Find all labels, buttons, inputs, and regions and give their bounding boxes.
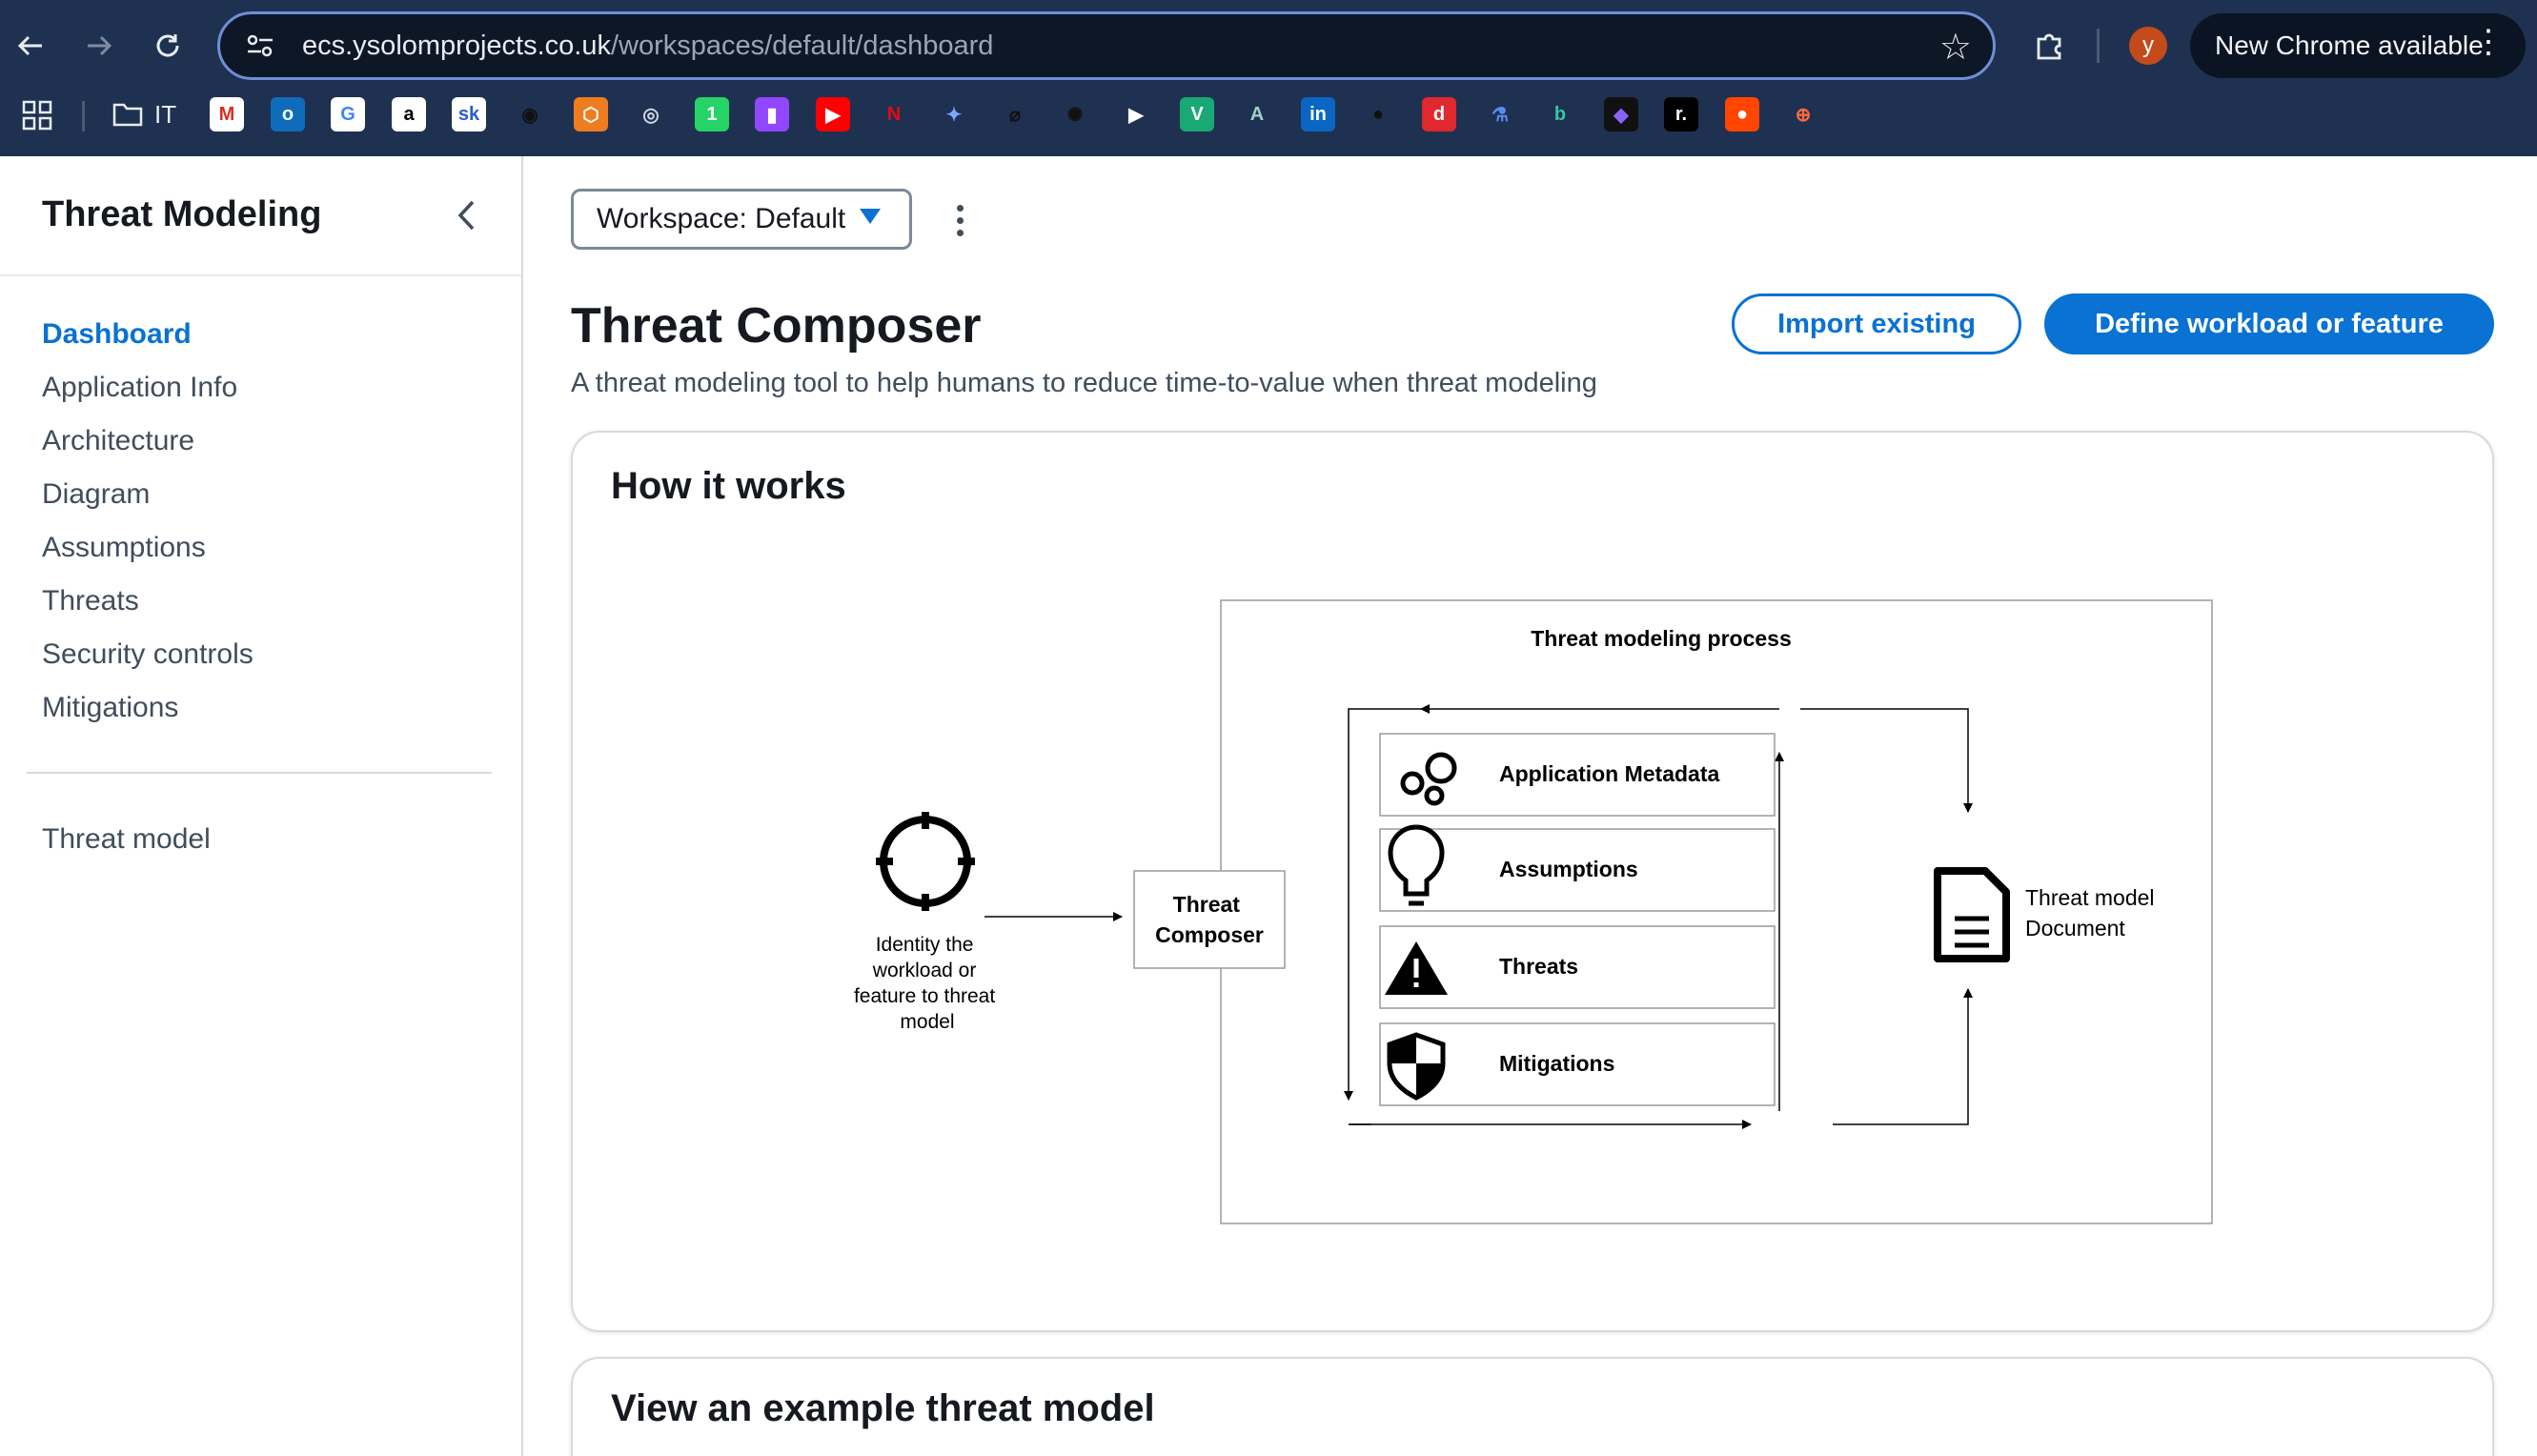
bookmark-netflix-icon[interactable]: N [877, 97, 911, 131]
main-content: Workspace: Default Threat Composer A thr… [525, 156, 2537, 1456]
step-label: Assumptions [1499, 857, 1638, 881]
bookmark-amazon-icon[interactable]: a [392, 97, 426, 131]
crosshair-target-icon [876, 812, 975, 911]
bookmark-github-icon[interactable]: ◉ [513, 97, 547, 131]
workspace-select-value: Workspace: Default [597, 203, 846, 234]
sidebar-item-architecture[interactable]: Architecture [42, 425, 194, 457]
profile-avatar[interactable]: y [2129, 27, 2167, 65]
how-it-works-card: How it works Threat modeling process Ide… [571, 431, 2494, 1332]
bookmarks-divider [82, 101, 85, 131]
url-path: /workspaces/default/dashboard [610, 30, 994, 61]
identify-workload-label: Identity the workload or feature to thre… [854, 934, 1001, 1033]
sidebar-item-mitigations[interactable]: Mitigations [42, 692, 178, 724]
forward-arrow-icon[interactable] [74, 21, 124, 71]
step-label: Application Metadata [1499, 761, 1720, 786]
side-navigation: Threat Modeling Dashboard Application In… [0, 156, 523, 1456]
bookmark-a-app-icon[interactable]: A [1240, 97, 1274, 131]
bookmark-folder-label: IT [154, 99, 177, 129]
import-existing-button[interactable]: Import existing [1732, 293, 2021, 354]
apps-grid-icon[interactable] [21, 99, 53, 131]
bookmark-perplexity-icon[interactable]: ⌀ [998, 97, 1032, 131]
address-bar[interactable]: ecs.ysolomprojects.co.uk/workspaces/defa… [217, 11, 1996, 80]
bookmark-linkedin-icon[interactable]: in [1301, 97, 1335, 131]
site-info-icon[interactable] [239, 25, 281, 67]
extensions-puzzle-icon[interactable] [2024, 21, 2074, 71]
update-label: New Chrome available [2215, 30, 2484, 60]
bookmark-whatsapp-icon[interactable]: 1 [695, 97, 729, 131]
page-description: A threat modeling tool to help humans to… [571, 368, 1597, 398]
sidebar-item-threats[interactable]: Threats [42, 585, 139, 617]
bookmark-star-icon[interactable]: ☆ [1939, 26, 1972, 69]
step-application-metadata: Application Metadata [1379, 733, 1776, 817]
bookmark-folder-it[interactable]: IT [112, 95, 176, 133]
bookmark-dark-circle-icon[interactable]: ● [1361, 97, 1395, 131]
bookmark-r-app-icon[interactable]: r. [1664, 97, 1698, 131]
chrome-update-button[interactable]: New Chrome available ⋮ [2190, 13, 2526, 78]
more-vertical-icon[interactable]: ⋮ [2472, 23, 2505, 61]
bookmark-v-app-icon[interactable]: V [1180, 97, 1214, 131]
back-arrow-icon[interactable] [6, 21, 55, 71]
bookmark-youtube-icon[interactable]: ▶ [816, 97, 850, 131]
bookmark-b-app-icon[interactable]: b [1543, 97, 1577, 131]
toolbar-divider [2097, 29, 2100, 63]
page-title: Threat Composer [571, 298, 982, 354]
url-host: ecs.ysolomprojects.co.uk [302, 30, 611, 61]
sidebar-item-assumptions[interactable]: Assumptions [42, 532, 206, 564]
step-label: Threats [1499, 954, 1578, 979]
browser-chrome: ecs.ysolomprojects.co.uk/workspaces/defa… [0, 0, 2537, 156]
bookmark-gmail-icon[interactable]: M [210, 97, 244, 131]
bookmark-twitch-icon[interactable]: ▮ [755, 97, 789, 131]
workspace-more-actions-icon[interactable] [941, 196, 979, 244]
bookmark-circle-app-icon[interactable]: ◎ [634, 97, 668, 131]
side-navigation-header: Threat Modeling [0, 156, 521, 276]
example-threat-model-card: View an example threat model [571, 1357, 2494, 1456]
bookmark-outlook-icon[interactable]: o [271, 97, 305, 131]
sidebar-item-dashboard[interactable]: Dashboard [42, 318, 192, 351]
bookmark-google-icon[interactable]: G [331, 97, 365, 131]
step-assumptions: Assumptions [1379, 824, 1776, 912]
threat-composer-box [1133, 870, 1286, 969]
sidebar-item-application-info[interactable]: Application Info [42, 372, 237, 404]
sidebar-divider [27, 772, 492, 774]
collapse-chevron-left-icon[interactable] [448, 196, 486, 234]
sidebar-item-threat-model[interactable]: Threat model [42, 823, 211, 856]
folder-icon [112, 103, 143, 127]
process-title: Threat modeling process [1531, 626, 1792, 651]
bookmark-lab-flask-icon[interactable]: ⚗ [1483, 97, 1517, 131]
bookmark-openai-icon[interactable]: ✺ [1058, 97, 1092, 131]
bookmark-purple-app-icon[interactable]: ◆ [1604, 97, 1638, 131]
reload-icon[interactable] [143, 21, 193, 71]
side-navigation-title[interactable]: Threat Modeling [42, 194, 321, 235]
bookmark-aws-box-icon[interactable]: ⬡ [574, 97, 608, 131]
bookmarks-bar: IT Mo Ga sk ◉ ⬡ ◎ 1 ▮ ▶ N ✦ ⌀ ✺ ▶ V Ain ● d ⚗ b ◆ r. ● ⊕ [0, 91, 2537, 141]
bookmark-play-icon[interactable]: ▶ [1119, 97, 1153, 131]
bookmark-reddit-icon[interactable]: ● [1725, 97, 1759, 131]
process-container [1220, 599, 2213, 1224]
bookmark-skool-icon[interactable]: sk [452, 97, 486, 131]
caret-down-icon [860, 209, 881, 224]
sidebar-item-security-controls[interactable]: Security controls [42, 638, 254, 671]
define-workload-button[interactable]: Define workload or feature [2044, 293, 2494, 354]
sidebar-item-diagram[interactable]: Diagram [42, 478, 150, 511]
bookmark-d-app-icon[interactable]: d [1422, 97, 1456, 131]
threat-modeling-process-diagram: Threat modeling process Identity the wor… [854, 599, 2213, 1224]
bookmark-gemini-icon[interactable]: ✦ [937, 97, 971, 131]
step-label: Mitigations [1499, 1051, 1614, 1076]
example-threat-model-title: View an example threat model [611, 1387, 1155, 1429]
step-mitigations: Mitigations [1379, 1022, 1776, 1106]
step-threats: Threats [1379, 925, 1776, 1009]
url-text[interactable]: ecs.ysolomprojects.co.uk/workspaces/defa… [302, 30, 993, 62]
bookmark-toolbox-icon[interactable]: ⊕ [1786, 97, 1820, 131]
workspace-select[interactable]: Workspace: Default [571, 189, 912, 250]
